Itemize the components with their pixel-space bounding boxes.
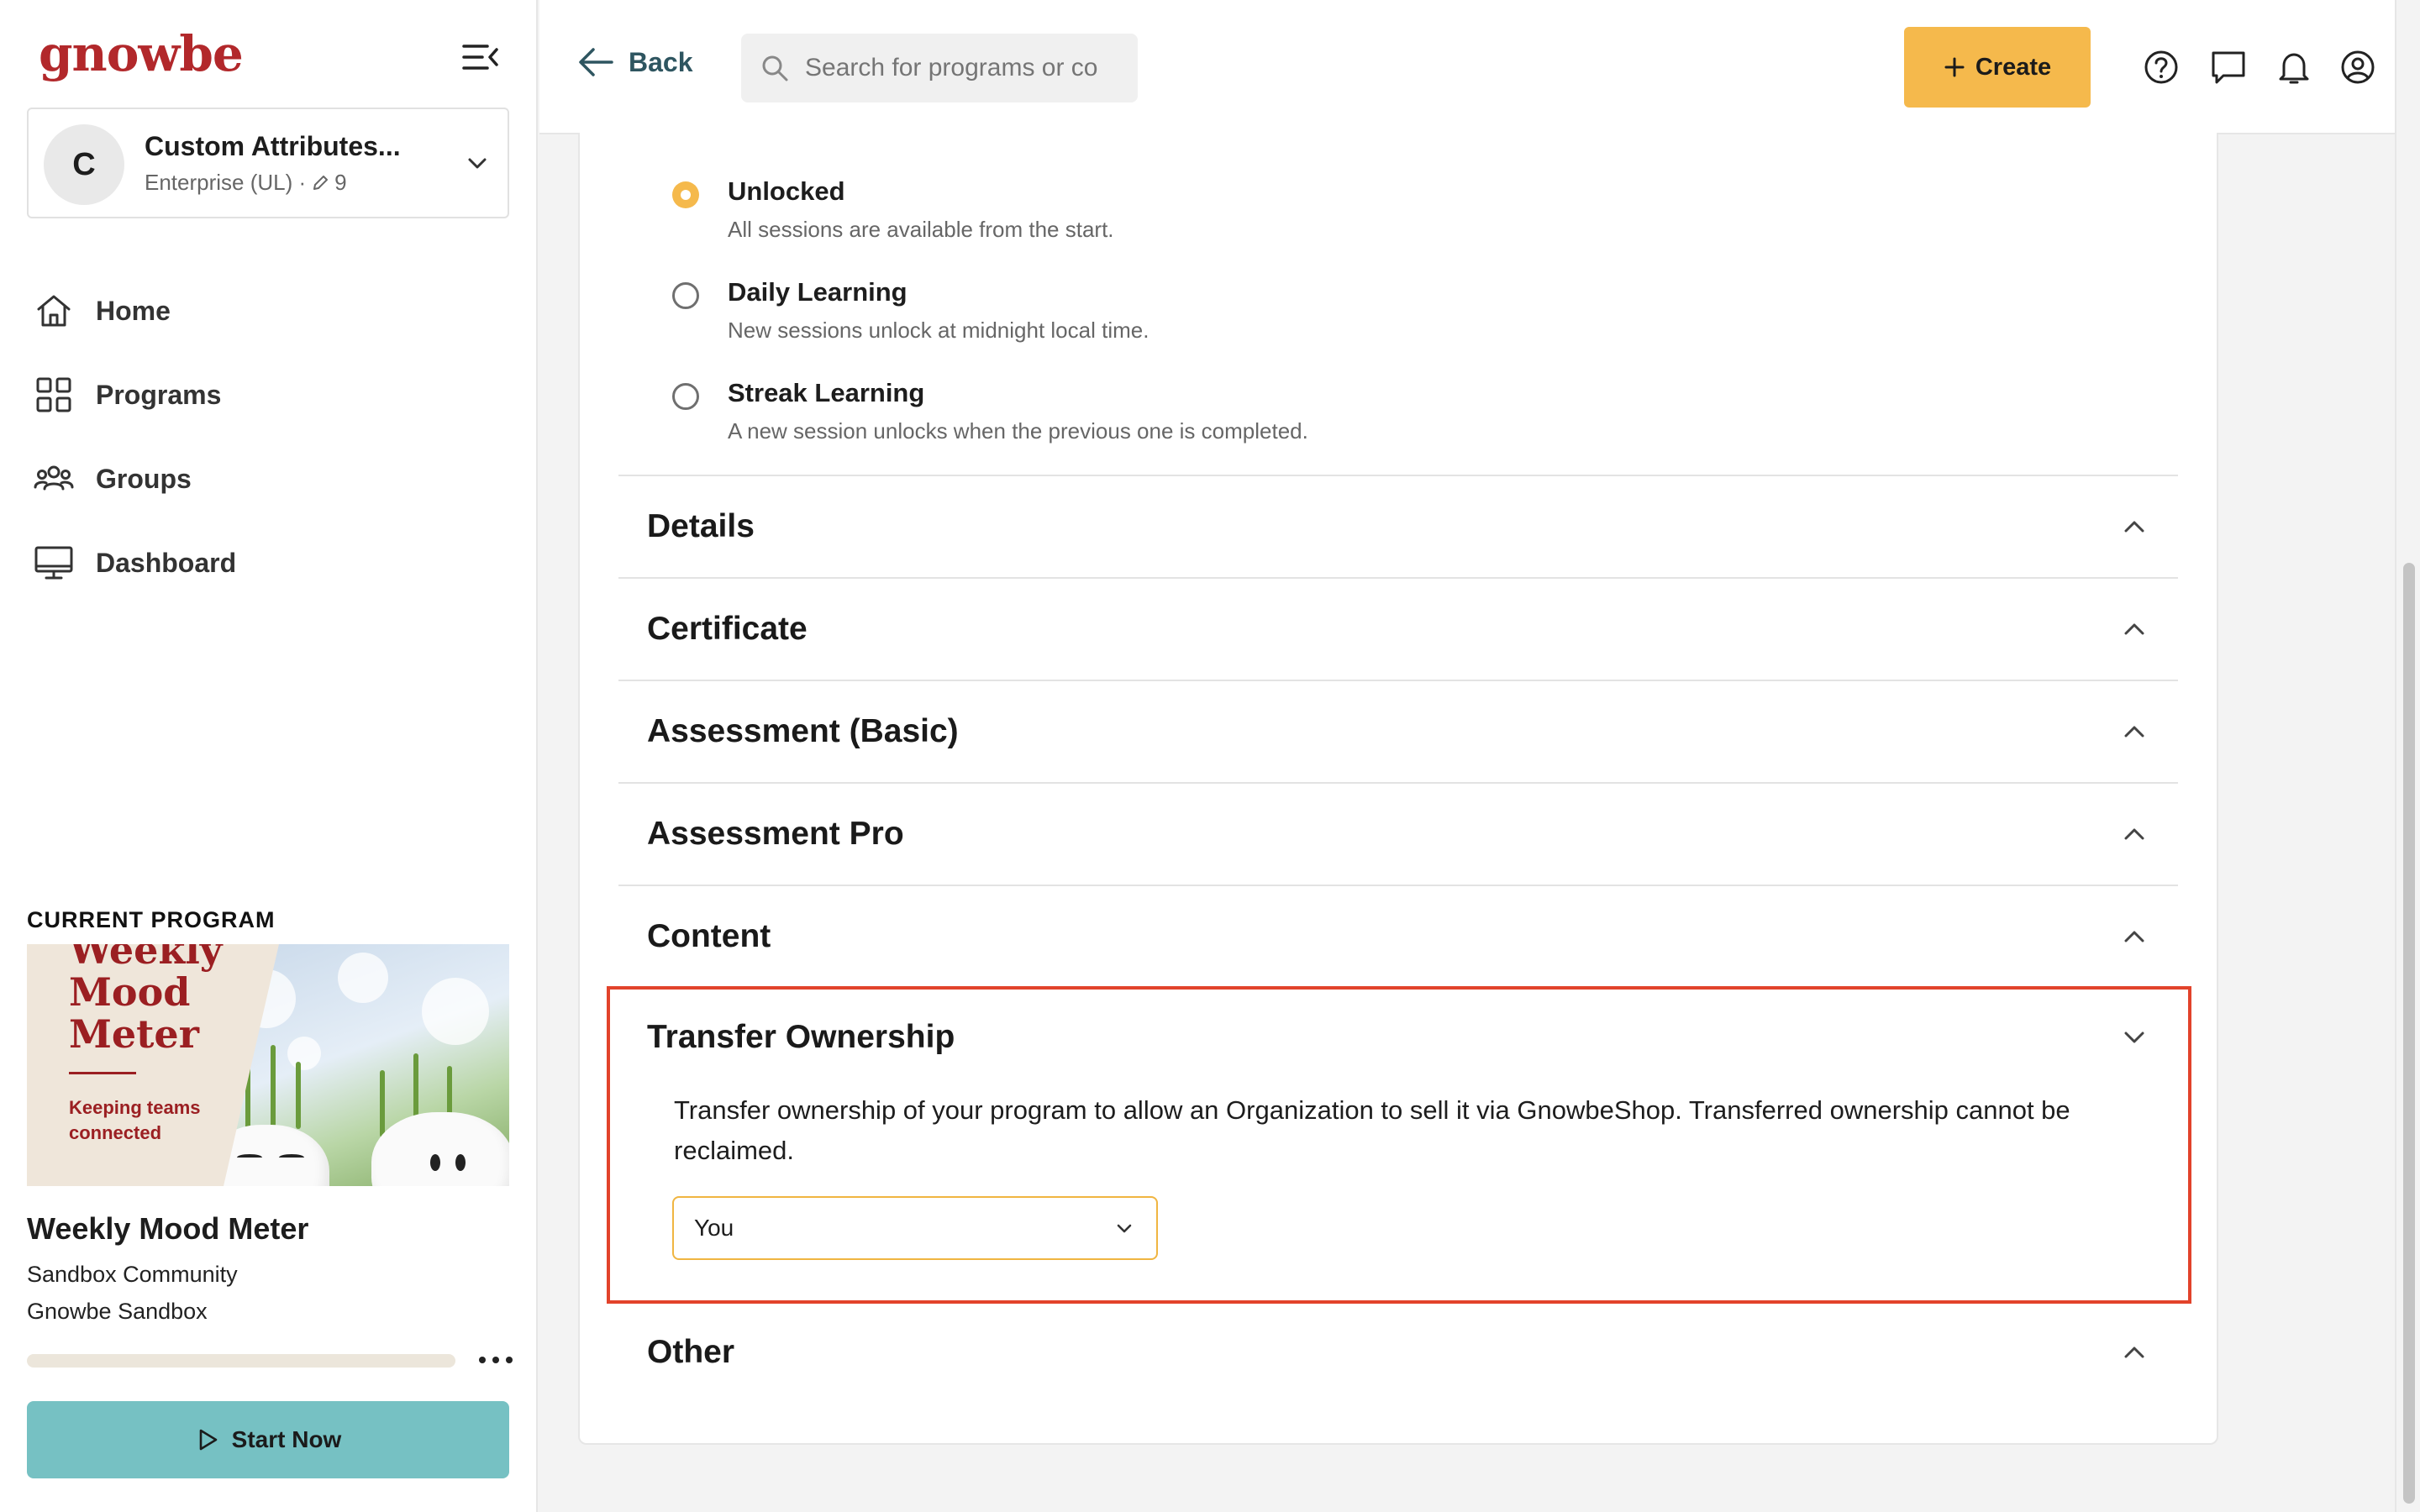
search-bar[interactable] (741, 34, 1138, 102)
section-assessment-pro: Assessment Pro (618, 782, 2178, 885)
org-plan: Enterprise (UL) · (145, 170, 307, 195)
top-bar: Back Create (539, 0, 2395, 134)
back-button[interactable]: Back (576, 45, 693, 79)
section-title-certificate: Certificate (647, 611, 808, 647)
org-subtitle: Enterprise (UL) · 9 (145, 170, 347, 196)
chevron-up-icon (2124, 623, 2144, 635)
pencil-icon (313, 175, 329, 190)
section-header-content[interactable]: Content (618, 886, 2178, 987)
org-avatar: C (44, 124, 124, 205)
section-header-certificate[interactable]: Certificate (618, 579, 2178, 680)
radio-desc-streak-learning: A new session unlocks when the previous … (728, 418, 1308, 444)
nav-label-programs: Programs (96, 379, 222, 410)
users-icon (34, 465, 74, 491)
nav-item-dashboard[interactable]: Dashboard (34, 521, 504, 605)
radio-option-streak-learning[interactable]: Streak Learning A new session unlocks wh… (672, 378, 1308, 444)
chevron-up-icon (2124, 931, 2144, 942)
org-name: Custom Attributes... (145, 131, 401, 161)
section-details: Details (618, 475, 2178, 577)
collapse-sidebar-icon[interactable] (462, 42, 499, 72)
section-other: Other (618, 1302, 2178, 1403)
program-title[interactable]: Weekly Mood Meter (27, 1211, 308, 1247)
more-options-icon[interactable] (479, 1347, 513, 1373)
chevron-up-icon (2124, 726, 2144, 738)
section-content: Content (618, 885, 2178, 987)
chevron-up-icon (2124, 828, 2144, 840)
chevron-up-icon (2124, 1347, 2144, 1358)
section-header-assessment-pro[interactable]: Assessment Pro (618, 784, 2178, 885)
sidebar: gnowbe C Custom Attributes... Enterprise… (0, 0, 538, 1512)
section-title-assessment-pro: Assessment Pro (647, 816, 904, 852)
search-icon (762, 55, 788, 81)
org-edit-count: 9 (334, 170, 347, 195)
section-title-assessment-basic: Assessment (Basic) (647, 713, 959, 749)
monitor-icon (34, 546, 73, 580)
radio-option-daily-learning[interactable]: Daily Learning New sessions unlock at mi… (672, 277, 1149, 344)
section-header-other[interactable]: Other (618, 1302, 2178, 1403)
bell-icon[interactable] (2275, 49, 2312, 86)
gnowbe-logo[interactable]: gnowbe (39, 25, 244, 82)
program-progress-bar (27, 1354, 455, 1368)
transfer-ownership-description: Transfer ownership of your program to al… (674, 1095, 2070, 1165)
nav-label-dashboard: Dashboard (96, 547, 237, 578)
help-icon[interactable] (2143, 49, 2180, 86)
radio-streak-learning[interactable] (672, 383, 699, 410)
chevron-down-icon (1117, 1224, 1132, 1233)
radio-title-daily-learning: Daily Learning (728, 277, 908, 307)
play-icon (199, 1429, 217, 1451)
program-community: Sandbox Community (27, 1262, 238, 1287)
chevron-down-icon (468, 158, 487, 169)
section-header-assessment-basic[interactable]: Assessment (Basic) (618, 681, 2178, 782)
nav-item-groups[interactable]: Groups (34, 437, 504, 521)
home-icon (37, 295, 71, 327)
radio-unlocked[interactable] (672, 181, 699, 208)
section-certificate: Certificate (618, 577, 2178, 680)
section-assessment-basic: Assessment (Basic) (618, 680, 2178, 782)
plus-icon (1944, 57, 1965, 77)
radio-desc-unlocked: All sessions are available from the star… (728, 217, 1114, 242)
nav-item-home[interactable]: Home (34, 269, 504, 353)
search-input[interactable] (805, 54, 1124, 82)
chevron-up-icon (2124, 521, 2144, 533)
radio-desc-daily-learning: New sessions unlock at midnight local ti… (728, 318, 1150, 343)
nav-item-programs[interactable]: Programs (34, 353, 504, 437)
program-thumbnail[interactable]: Weekly Mood Meter Keeping teams connecte… (27, 944, 509, 1186)
radio-daily-learning[interactable] (672, 282, 699, 309)
back-label: Back (629, 46, 693, 77)
section-title-details: Details (647, 508, 755, 544)
grid-icon (36, 377, 71, 412)
thumbnail-tagline: Keeping teams connected (69, 1097, 201, 1143)
section-title-other: Other (647, 1334, 735, 1370)
thumbnail-title: Weekly Mood Meter (69, 944, 223, 1057)
nav-label-groups: Groups (96, 463, 192, 494)
arrow-left-icon (579, 48, 613, 76)
chat-icon[interactable] (2210, 49, 2247, 86)
owner-select-value: You (694, 1215, 734, 1241)
org-switcher[interactable]: C Custom Attributes... Enterprise (UL) ·… (27, 108, 509, 218)
create-label: Create (1975, 53, 2052, 81)
thumbnail-divider (69, 1072, 136, 1074)
program-org: Gnowbe Sandbox (27, 1299, 208, 1324)
page-scrollbar-thumb[interactable] (2403, 563, 2415, 1504)
radio-option-unlocked[interactable]: Unlocked All sessions are available from… (672, 176, 1114, 243)
owner-select[interactable]: You (672, 1196, 1158, 1260)
radio-title-unlocked: Unlocked (728, 176, 845, 206)
nav-label-home: Home (96, 295, 171, 326)
main-nav: Home Programs Groups Dashboard (34, 269, 504, 605)
start-now-button[interactable]: Start Now (27, 1401, 509, 1478)
start-now-label: Start Now (231, 1426, 342, 1452)
create-button[interactable]: Create (1904, 27, 2091, 108)
section-title-content: Content (647, 918, 771, 954)
current-program-label: CURRENT PROGRAM (27, 907, 276, 932)
section-header-details[interactable]: Details (618, 476, 2178, 577)
profile-icon[interactable] (2339, 49, 2376, 86)
radio-title-streak-learning: Streak Learning (728, 378, 925, 407)
